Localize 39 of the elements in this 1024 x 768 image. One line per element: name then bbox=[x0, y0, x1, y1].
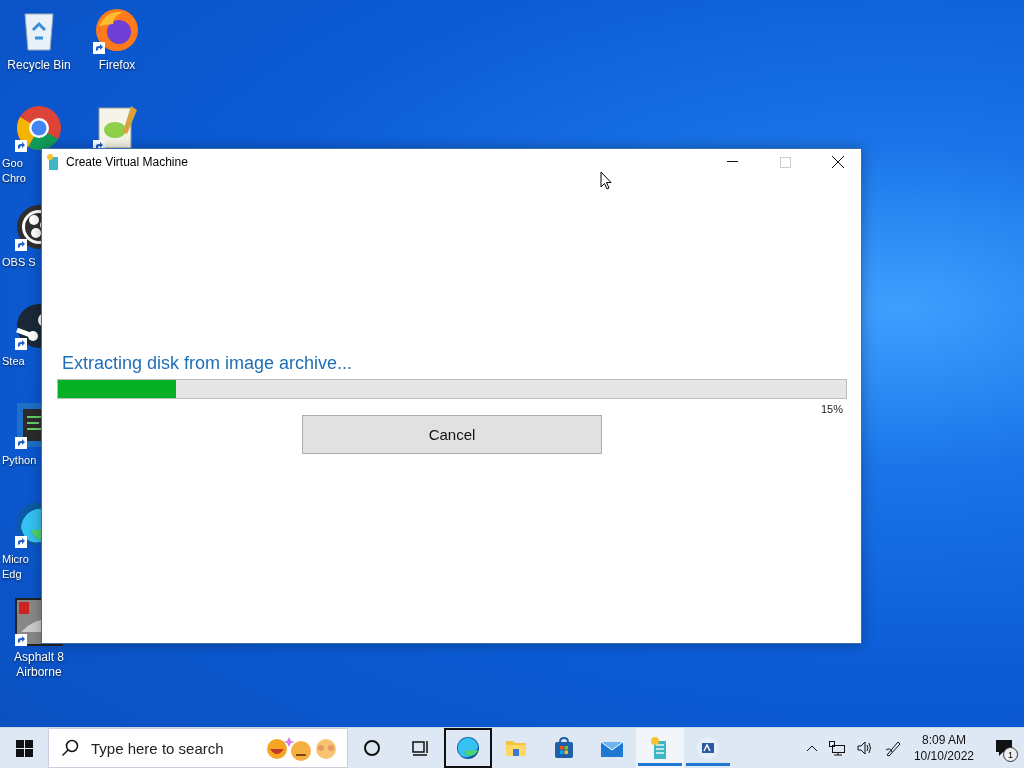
speaker-icon bbox=[855, 740, 874, 756]
minimize-icon bbox=[726, 161, 738, 163]
desktop-icon-label[interactable]: OBS S bbox=[2, 255, 36, 270]
desktop-icon-label[interactable]: Micro Edg bbox=[2, 552, 29, 582]
shortcut-arrow-icon bbox=[15, 437, 27, 449]
desktop-icon-label[interactable]: Python bbox=[2, 453, 37, 468]
desktop-icon-label[interactable]: Recycle Bin bbox=[7, 58, 71, 73]
network-icon bbox=[827, 740, 846, 756]
edge-icon bbox=[455, 735, 481, 761]
app-icon bbox=[695, 735, 721, 761]
shortcut-arrow-icon bbox=[15, 634, 27, 646]
server-icon bbox=[47, 154, 59, 170]
maximize-icon bbox=[779, 156, 791, 168]
notification-count: 1 bbox=[1003, 747, 1018, 762]
search-field[interactable]: Type here to search bbox=[89, 738, 255, 758]
status-text: Extracting disk from image archive... bbox=[62, 353, 353, 374]
windows-logo-icon bbox=[15, 739, 33, 757]
mouse-cursor-icon bbox=[600, 171, 612, 190]
chevron-up-icon bbox=[805, 744, 818, 752]
close-icon bbox=[832, 156, 844, 168]
window-title: Create Virtual Machine bbox=[66, 155, 189, 169]
search-box[interactable]: Type here to search bbox=[48, 728, 348, 768]
firefox-icon bbox=[93, 6, 141, 54]
shortcut-arrow-icon bbox=[15, 338, 27, 350]
desktop-icon-label[interactable]: Stea bbox=[2, 354, 25, 369]
clock[interactable]: 8:09 AM 10/10/2022 bbox=[909, 732, 978, 764]
desktop-icon-label[interactable]: Firefox bbox=[98, 58, 136, 73]
notifications-button[interactable]: 1 bbox=[984, 728, 1024, 768]
pen-icon bbox=[883, 739, 902, 757]
shortcut-arrow-icon bbox=[15, 239, 27, 251]
shortcut-arrow-icon bbox=[15, 536, 27, 548]
desktop-icon-label[interactable]: Goo Chro bbox=[2, 156, 26, 186]
progress-percent: 15% bbox=[820, 403, 843, 415]
cancel-button[interactable]: Cancel bbox=[302, 415, 602, 454]
shortcut-arrow-icon bbox=[15, 140, 27, 152]
shortcut-arrow-icon bbox=[93, 42, 105, 54]
search-icon bbox=[61, 739, 79, 757]
desktop-icon-label[interactable]: Asphalt 8 Airborne bbox=[13, 650, 64, 680]
taskbar-app-button[interactable] bbox=[444, 728, 492, 768]
